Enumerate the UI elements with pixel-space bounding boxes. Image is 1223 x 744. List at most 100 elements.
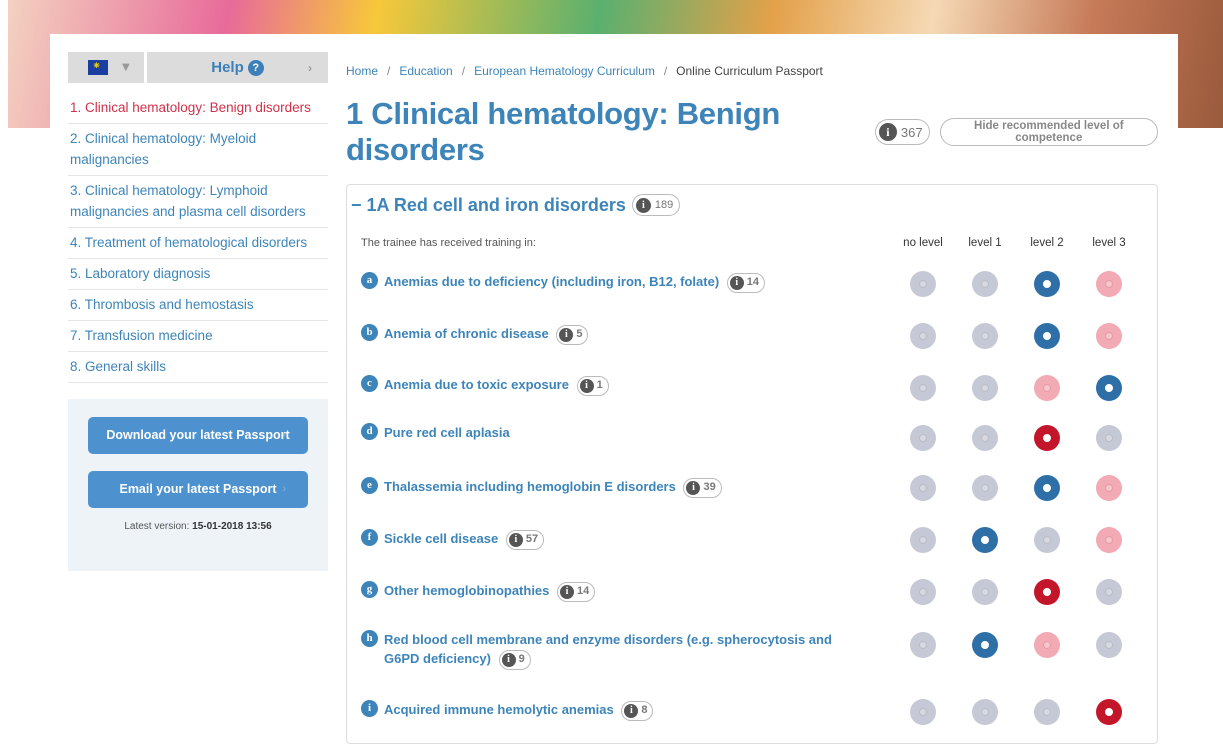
item-letter-badge: d — [361, 423, 378, 440]
radio-level-2[interactable] — [1034, 527, 1060, 553]
breadcrumb-curriculum[interactable]: European Hematology Curriculum — [474, 64, 655, 78]
nav-item-transfusion[interactable]: 7. Transfusion medicine — [68, 321, 328, 352]
email-passport-label: Email your latest Passport — [119, 482, 277, 496]
item-count-badge[interactable]: i 14 — [726, 272, 766, 293]
radio-level-1[interactable] — [972, 271, 998, 297]
language-selector[interactable]: ▼ — [68, 52, 144, 83]
radio-level-3[interactable] — [1096, 632, 1122, 658]
nav-item-treatment[interactable]: 4. Treatment of hematological disorders — [68, 228, 328, 259]
radio-level-3[interactable] — [1096, 527, 1122, 553]
chevron-right-icon: › — [282, 429, 286, 441]
radio-level-2[interactable] — [1034, 475, 1060, 501]
competence-item-link[interactable]: Anemias due to deficiency (including iro… — [384, 272, 766, 293]
item-letter-badge: e — [361, 477, 378, 494]
radio-level-2[interactable] — [1034, 425, 1060, 451]
item-count-badge[interactable]: i9 — [498, 649, 531, 670]
radio-no-level[interactable] — [910, 425, 936, 451]
radio-level-2[interactable] — [1034, 632, 1060, 658]
competence-item-link[interactable]: Other hemoglobinopathies i 14 — [384, 581, 596, 602]
chevron-right-icon: › — [282, 483, 286, 495]
hide-competence-button[interactable]: Hide recommended level of competence — [939, 118, 1158, 146]
title-count-badge[interactable]: i 367 — [874, 119, 930, 145]
section-header[interactable]: − 1A Red cell and iron disorders i 189 — [351, 194, 681, 216]
nav-item-thrombosis[interactable]: 6. Thrombosis and hemostasis — [68, 290, 328, 321]
sidebar-topbar: ▼ Help ? › — [68, 52, 328, 83]
radio-level-1[interactable] — [972, 323, 998, 349]
nav-item-general[interactable]: 8. General skills — [68, 352, 328, 383]
competence-item-link[interactable]: Sickle cell disease i 57 — [384, 529, 545, 550]
email-passport-button[interactable]: Email your latest Passport › — [88, 471, 308, 508]
nav-item-lymphoid[interactable]: 3. Clinical hematology: Lymphoid maligna… — [68, 176, 328, 228]
breadcrumb-education[interactable]: Education — [399, 64, 452, 78]
radio-no-level[interactable] — [910, 632, 936, 658]
breadcrumb-home[interactable]: Home — [346, 64, 378, 78]
radio-no-level[interactable] — [910, 323, 936, 349]
competence-item-link[interactable]: Anemia due to toxic exposure i1 — [384, 375, 609, 396]
title-count: 367 — [900, 124, 923, 140]
radio-level-2[interactable] — [1034, 375, 1060, 401]
competence-item-label: Other hemoglobinopathies — [384, 583, 550, 598]
section-count: 189 — [654, 199, 674, 211]
radio-level-1[interactable] — [972, 375, 998, 401]
sidebar: ▼ Help ? › 1. Clinical hematology: Benig… — [68, 52, 328, 571]
nav-item-benign[interactable]: 1. Clinical hematology: Benign disorders — [68, 93, 328, 124]
item-count-badge[interactable]: i8 — [621, 700, 654, 721]
competence-item-link[interactable]: Acquired immune hemolytic anemias i8 — [384, 700, 654, 721]
item-letter-badge: f — [361, 529, 378, 546]
radio-dot-icon — [1105, 588, 1113, 596]
radio-level-3[interactable] — [1096, 375, 1122, 401]
radio-level-3[interactable] — [1096, 699, 1122, 725]
item-count: 14 — [577, 585, 590, 598]
radio-level-3[interactable] — [1096, 579, 1122, 605]
radio-level-3[interactable] — [1096, 475, 1122, 501]
item-count: 39 — [703, 481, 716, 494]
radio-level-2[interactable] — [1034, 699, 1060, 725]
radio-no-level[interactable] — [910, 475, 936, 501]
competence-item-label: Red blood cell membrane and enzyme disor… — [384, 632, 832, 666]
competence-row: e Thalassemia including hemoglobin E diso… — [361, 477, 861, 498]
download-passport-button[interactable]: Download your latest Passport › — [88, 417, 308, 454]
nav-item-myeloid[interactable]: 2. Clinical hematology: Myeloid malignan… — [68, 124, 328, 176]
title-row: 1 Clinical hematology: Benign disorders … — [346, 96, 1158, 168]
radio-dot-icon — [981, 434, 989, 442]
radio-level-1[interactable] — [972, 475, 998, 501]
radio-dot-icon — [919, 641, 927, 649]
radio-level-1[interactable] — [972, 527, 998, 553]
radio-no-level[interactable] — [910, 271, 936, 297]
radio-no-level[interactable] — [910, 699, 936, 725]
help-button[interactable]: Help ? › — [147, 52, 328, 83]
radio-level-3[interactable] — [1096, 323, 1122, 349]
radio-level-1[interactable] — [972, 632, 998, 658]
radio-level-1[interactable] — [972, 425, 998, 451]
section-count-badge[interactable]: i 189 — [631, 194, 681, 216]
info-icon: i — [508, 532, 523, 547]
item-count-badge[interactable]: i 39 — [683, 477, 722, 498]
radio-level-1[interactable] — [972, 699, 998, 725]
radio-no-level[interactable] — [910, 579, 936, 605]
competence-item-link[interactable]: Red blood cell membrane and enzyme disor… — [384, 630, 861, 670]
radio-no-level[interactable] — [910, 527, 936, 553]
item-count-badge[interactable]: i1 — [576, 375, 609, 396]
competence-item-link[interactable]: Thalassemia including hemoglobin E disor… — [384, 477, 722, 498]
radio-dot-icon — [919, 588, 927, 596]
radio-dot-icon — [1105, 280, 1113, 288]
competence-item-link[interactable]: Anemia of chronic disease i5 — [384, 324, 589, 345]
radio-level-2[interactable] — [1034, 271, 1060, 297]
radio-level-3[interactable] — [1096, 425, 1122, 451]
radio-level-2[interactable] — [1034, 323, 1060, 349]
column-header-level-3: level 3 — [1092, 237, 1126, 249]
competence-item-link[interactable]: Pure red cell aplasia — [384, 423, 510, 442]
radio-dot-icon — [919, 536, 927, 544]
item-count-badge[interactable]: i 14 — [557, 581, 596, 602]
info-icon: i — [686, 480, 701, 495]
radio-level-2[interactable] — [1034, 579, 1060, 605]
radio-no-level[interactable] — [910, 375, 936, 401]
breadcrumb: Home / Education / European Hematology Curri… — [346, 64, 823, 78]
item-count-badge[interactable]: i 57 — [505, 529, 545, 550]
radio-level-3[interactable] — [1096, 271, 1122, 297]
competence-row: f Sickle cell disease i 57 — [361, 529, 861, 550]
radio-level-1[interactable] — [972, 579, 998, 605]
item-count-badge[interactable]: i5 — [556, 324, 589, 345]
nav-item-laboratory[interactable]: 5. Laboratory diagnosis — [68, 259, 328, 290]
competence-item-label: Anemia due to toxic exposure — [384, 377, 569, 392]
